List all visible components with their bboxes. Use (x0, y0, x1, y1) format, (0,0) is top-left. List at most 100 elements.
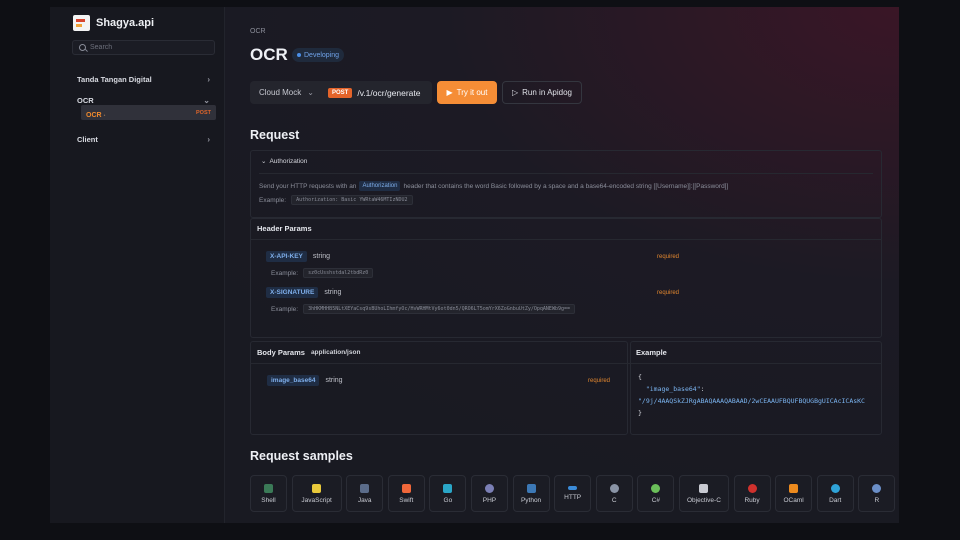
sample-label: Python (520, 496, 542, 504)
auth-example: Example: Authorization: Basic YWRtaW46MT… (259, 195, 413, 205)
example-value: sz0cUsshstdal2tbdRz0 (303, 268, 374, 278)
ruby-icon (747, 483, 757, 493)
sidebar-subitem-label: OCR (86, 111, 102, 119)
sample-r[interactable]: R (858, 475, 896, 512)
example-value: Authorization: Basic YWRtaW46MTIzNDU2 (291, 195, 413, 205)
unsaved-dot-icon: • (103, 112, 106, 119)
param-name: image_base64 (267, 375, 320, 386)
param-type: string (312, 253, 330, 260)
environment-label: Cloud Mock (259, 88, 302, 97)
example-label: Example: (271, 269, 299, 277)
json-open: { (638, 373, 642, 381)
sidebar-subitem-ocr[interactable]: OCR • POST (81, 105, 216, 120)
sample-label: C# (651, 496, 660, 504)
param-type: string (325, 377, 343, 384)
auth-text-after: header that contains the word Basic foll… (403, 182, 729, 190)
chevron-down-icon: ⌄ (261, 158, 267, 165)
sample-javascript[interactable]: JavaScript (291, 475, 342, 512)
swift-icon (401, 483, 411, 493)
example-value: 3hHKMHHB5NLtXEYaCsq9sBUhoLIhmfyOc/HvWRHM… (303, 304, 576, 314)
breadcrumb[interactable]: OCR (250, 28, 266, 35)
sample-label: Swift (399, 496, 414, 504)
brand-logo-icon (73, 15, 90, 31)
sidebar-item-client[interactable]: Client › (72, 132, 215, 146)
auth-header-badge: Authorization (359, 181, 401, 191)
brand-name: Shagya.api (96, 17, 155, 29)
header-params-section (250, 218, 882, 338)
sample-csharp[interactable]: C# (637, 475, 675, 512)
run-in-apidog-button[interactable]: ▷ Run in Apidog (502, 81, 582, 104)
sample-java[interactable]: Java (346, 475, 384, 512)
sample-dart[interactable]: Dart (816, 475, 854, 512)
environment-select[interactable]: Cloud Mock ⌄ (250, 88, 328, 97)
sample-label: Java (357, 496, 372, 504)
status-badge: Developing (292, 48, 345, 62)
example-heading: Example (636, 348, 667, 357)
objective-c-icon (699, 483, 709, 493)
run-in-apidog-label: Run in Apidog (522, 88, 572, 97)
search-input[interactable]: Search (72, 40, 215, 55)
sample-php[interactable]: PHP (470, 475, 508, 512)
sample-go[interactable]: Go (429, 475, 467, 512)
divider (250, 363, 882, 364)
sample-label: HTTP (564, 494, 582, 501)
sidebar: Shagya.api Search Tanda Tangan Digital ›… (50, 7, 225, 523)
authorization-heading: Authorization (269, 157, 308, 165)
param-type: string (324, 289, 342, 296)
sample-label: Shell (261, 496, 276, 504)
param-example: Example: 3hHKMHHB5NLtXEYaCsq9sBUhoLIhmfy… (271, 304, 576, 314)
page-title: OCR (250, 45, 288, 64)
sample-objective-c[interactable]: Objective-C (678, 475, 729, 512)
shell-icon (264, 483, 273, 493)
body-params-heading: Body Params (257, 348, 305, 357)
sample-http[interactable]: HTTP (554, 475, 592, 512)
endpoint-url[interactable]: /v.1/ocr/generate (357, 88, 420, 98)
required-label: required (657, 290, 680, 296)
try-it-out-button[interactable]: ▶ Try it out (437, 81, 497, 104)
request-url-bar: Cloud Mock ⌄ POST /v.1/ocr/generate (250, 81, 432, 104)
sample-ruby[interactable]: Ruby (733, 475, 771, 512)
sample-label: Ruby (744, 496, 760, 504)
sample-swift[interactable]: Swift (387, 475, 425, 512)
sidebar-item-label: Tanda Tangan Digital (77, 74, 152, 84)
chevron-down-icon: ⌄ (307, 88, 314, 97)
sample-ocaml[interactable]: OCaml (775, 475, 813, 512)
status-dot-icon (297, 53, 301, 57)
search-placeholder: Search (90, 44, 113, 51)
body-params-header: Body Params application/json (257, 348, 360, 357)
divider (250, 239, 882, 240)
json-close: } (638, 409, 642, 417)
brand[interactable]: Shagya.api (73, 15, 154, 31)
chevron-right-icon: › (207, 134, 210, 144)
param-name: X-API-KEY (266, 251, 307, 262)
javascript-icon (312, 483, 322, 493)
json-value: "/9j/4AAQSkZJRgABAQAAAQABAAD/2wCEAAUFBQU… (638, 397, 865, 405)
authorization-description: Send your HTTP requests with an Authoriz… (259, 181, 728, 191)
python-icon (526, 483, 536, 493)
sidebar-item-label: Client (77, 134, 98, 144)
sample-label: PHP (482, 496, 497, 504)
auth-text-before: Send your HTTP requests with an (259, 182, 357, 190)
json-example[interactable]: { "image_base64": "/9j/4AAQSkZJRgABAQAAA… (638, 371, 865, 419)
main-content: OCR OCR Developing Cloud Mock ⌄ POST /v.… (250, 7, 896, 523)
request-heading: Request (250, 128, 300, 142)
authorization-toggle[interactable]: ⌄ Authorization (261, 157, 308, 166)
sample-python[interactable]: Python (512, 475, 550, 512)
try-it-out-label: Try it out (456, 88, 488, 97)
request-samples-heading: Request samples (250, 449, 353, 463)
sample-label: C (611, 496, 617, 504)
sample-c[interactable]: C (595, 475, 633, 512)
sidebar-item-tanda-tangan-digital[interactable]: Tanda Tangan Digital › (72, 72, 215, 86)
sample-shell[interactable]: Shell (250, 475, 287, 512)
content-type-label: application/json (310, 349, 361, 356)
param-row: X-API-KEY string (266, 251, 330, 262)
divider (259, 173, 873, 174)
request-samples-list: Shell JavaScript Java Swift Go PHP Pytho… (250, 475, 896, 512)
param-row: X-SIGNATURE string (266, 287, 341, 298)
param-example: Example: sz0cUsshstdal2tbdRz0 (271, 268, 374, 278)
sample-label: JavaScript (301, 496, 332, 504)
required-label: required (588, 378, 611, 384)
play-icon: ▶ (446, 88, 453, 97)
param-name: X-SIGNATURE (266, 287, 319, 298)
method-badge: POST (328, 87, 353, 98)
